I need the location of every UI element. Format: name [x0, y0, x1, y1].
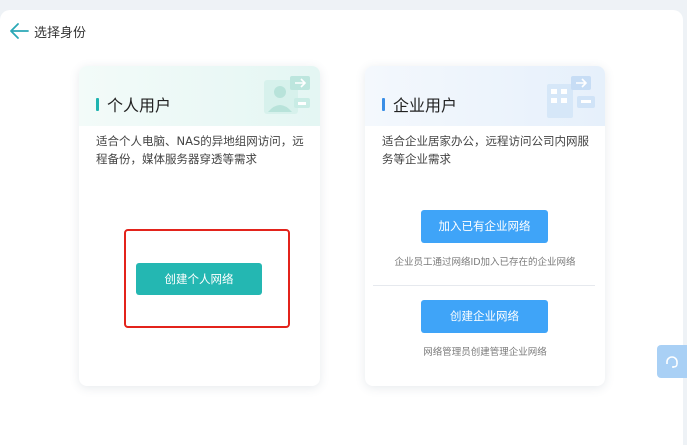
support-headset-icon	[666, 355, 678, 368]
personal-user-illustration-icon	[264, 76, 310, 114]
enterprise-user-card: 企业用户 适合企业居家办公，远程访问公司内网服务等企业需求 加入已有企业网络 企…	[365, 66, 605, 386]
personal-user-card: 个人用户 适合个人电脑、NAS的异地组网访问，远程备份，媒体服务器穿透等需求 创…	[79, 66, 320, 386]
title-accent-bar	[96, 98, 99, 111]
join-enterprise-network-button[interactable]: 加入已有企业网络	[421, 210, 548, 243]
create-network-hint: 网络管理员创建管理企业网络	[423, 347, 547, 358]
title-accent-bar	[382, 98, 385, 111]
personal-card-description: 适合个人电脑、NAS的异地组网访问，远程备份，媒体服务器穿透等需求	[96, 134, 304, 166]
join-network-hint: 企业员工通过网络ID加入已存在的企业网络	[394, 257, 576, 268]
enterprise-card-description: 适合企业居家办公，远程访问公司内网服务等企业需求	[382, 134, 589, 166]
create-personal-network-button[interactable]: 创建个人网络	[136, 263, 262, 295]
support-float-button[interactable]	[657, 345, 687, 378]
header-back[interactable]: 选择身份	[8, 20, 86, 42]
divider	[373, 285, 595, 286]
enterprise-card-title: 企业用户	[393, 96, 458, 115]
back-arrow-icon[interactable]	[8, 22, 30, 40]
create-enterprise-network-button[interactable]: 创建企业网络	[421, 300, 548, 333]
enterprise-building-illustration-icon	[547, 76, 595, 118]
page-title: 选择身份	[34, 25, 87, 41]
personal-card-title: 个人用户	[107, 96, 172, 115]
